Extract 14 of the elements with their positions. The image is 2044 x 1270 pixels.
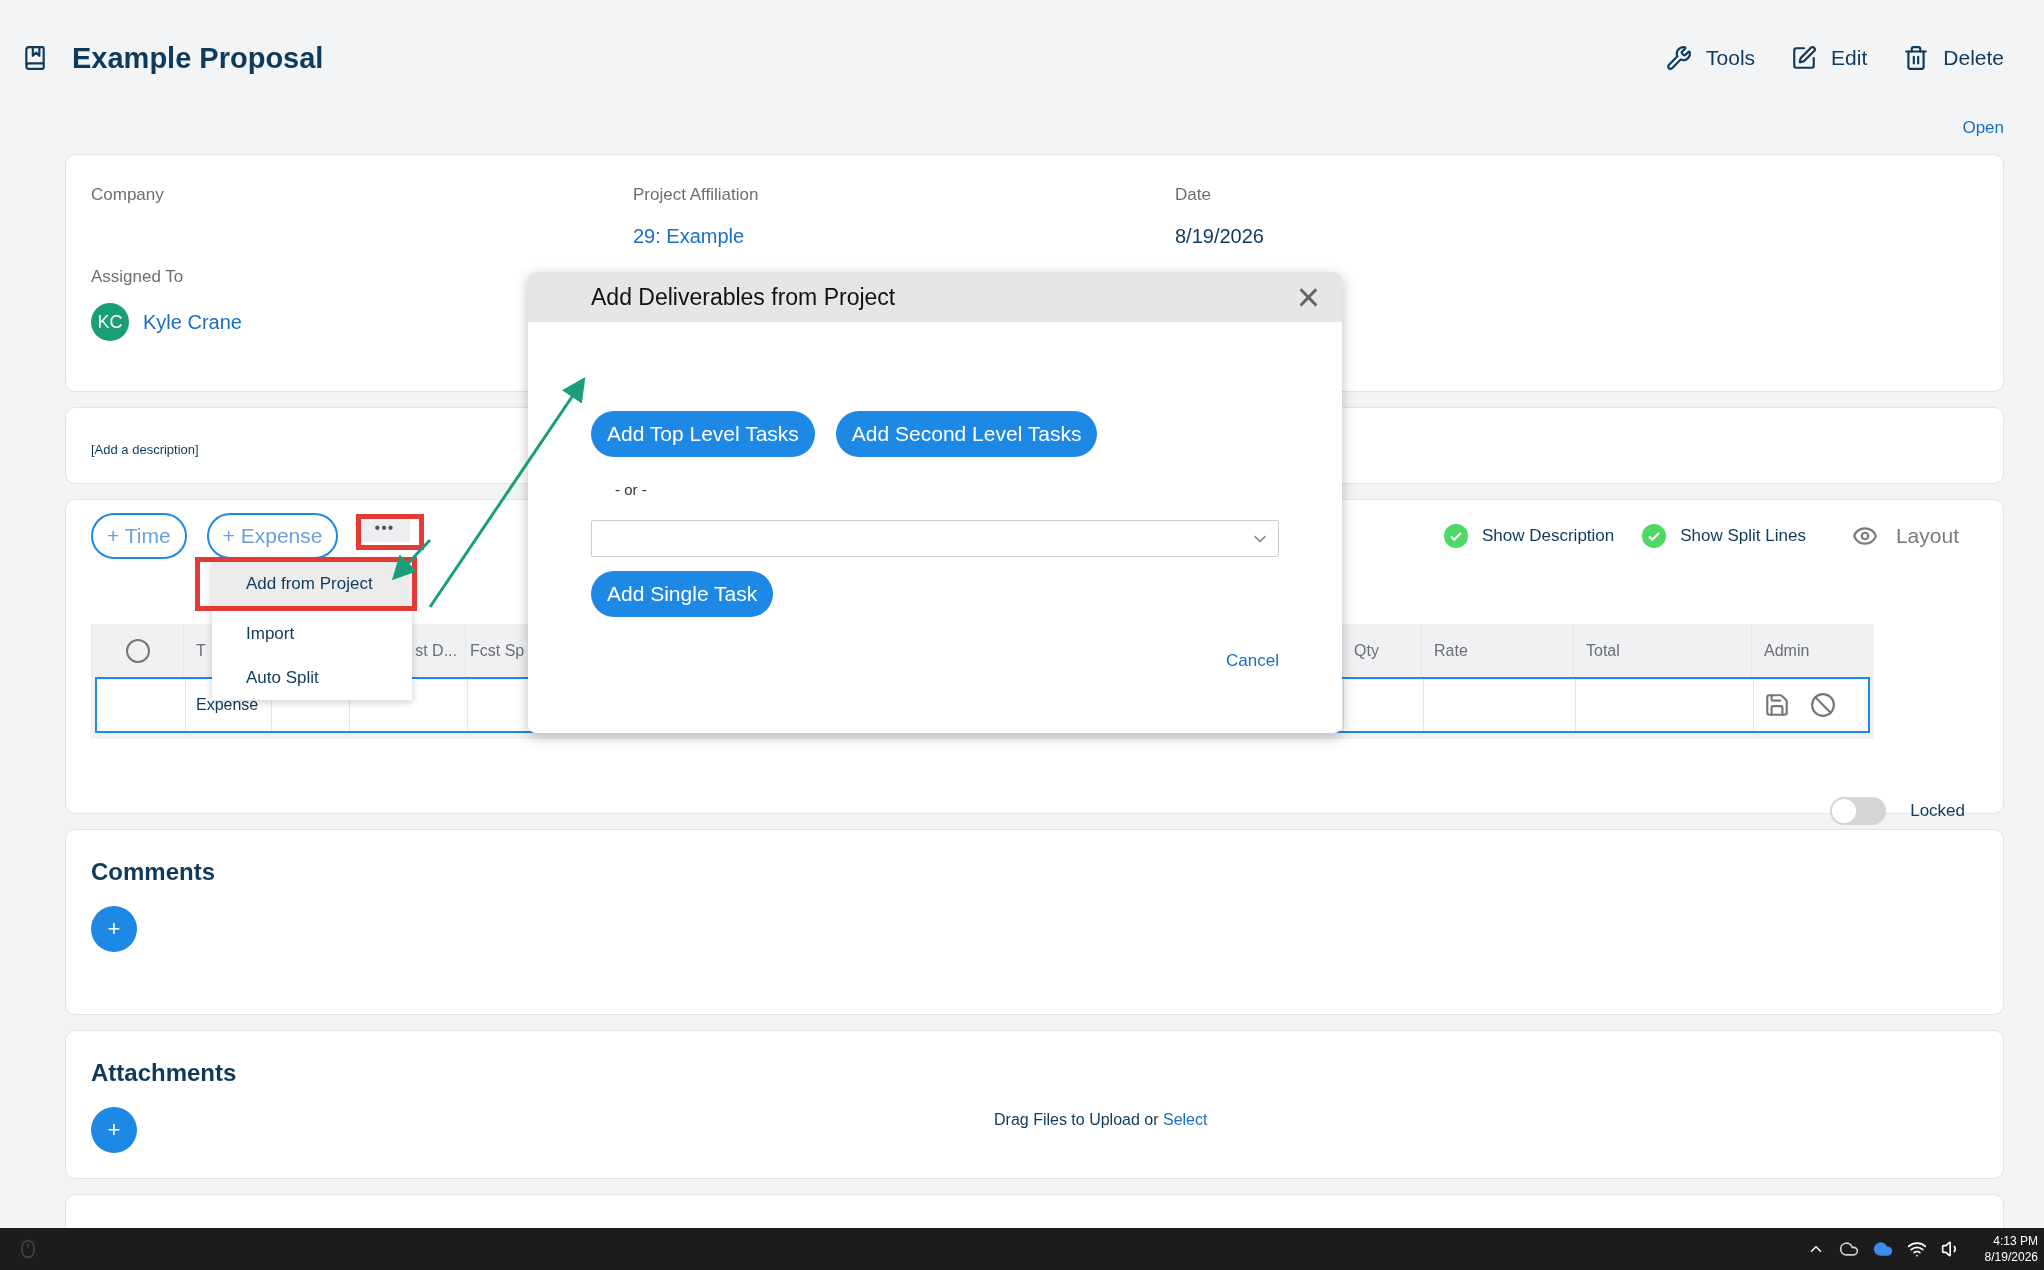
switch-label: Locked: [1910, 801, 1965, 821]
upload-hint: Drag Files to Upload or Select: [994, 1111, 1208, 1129]
status-label: Open: [1962, 118, 2004, 138]
field-label: Project Affiliation: [633, 185, 760, 205]
page-title: Example Proposal: [72, 41, 324, 75]
field-value: 8/19/2026: [1175, 225, 1265, 248]
section-title: Attachments: [91, 1059, 238, 1087]
field-label: Company: [91, 185, 165, 205]
separator-text: - or -: [615, 481, 648, 498]
avatar: KC: [91, 303, 129, 341]
field-label: Assigned To: [91, 267, 185, 287]
dialog-title: Add Deliverables from Project: [591, 283, 896, 311]
section-title: Comments: [91, 858, 217, 886]
field-label: Date: [1175, 185, 1212, 205]
